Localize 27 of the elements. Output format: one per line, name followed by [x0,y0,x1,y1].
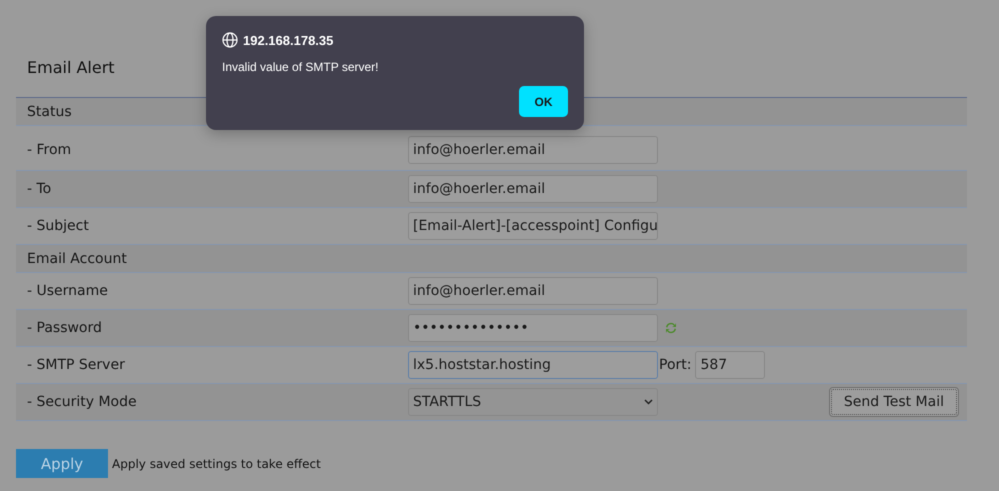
field-label: - Password [27,320,103,336]
field-label: - Subject [27,218,90,234]
input-field[interactable]: [Email-Alert]-[accesspoint] Configu [408,212,658,240]
apply-note: Apply saved settings to take effect [112,456,321,470]
field-label: - Security Mode [27,394,138,410]
refresh-icon[interactable] [664,321,678,335]
section-label: Email Account [27,250,128,266]
port-label: Port: [659,357,692,373]
input-field[interactable]: info@hoerler.email [408,136,658,164]
section-label: Status [27,104,73,120]
field-label: - Username [27,283,109,299]
select-field[interactable]: STARTTLS [408,388,658,416]
ok-button[interactable]: OK [519,86,568,117]
globe-icon [222,32,238,48]
dialog-origin: 192.168.178.35 [243,32,334,48]
input-field[interactable]: lx5.hoststar.hosting [408,351,658,379]
chevron-down-icon [644,399,653,405]
input-field[interactable]: info@hoerler.email [408,175,658,203]
field-label: - To [27,181,52,197]
page-title: Email Alert [27,58,115,77]
input-field[interactable]: info@hoerler.email [408,277,658,305]
input-field[interactable]: •••••••••••••• [408,314,658,342]
send-test-mail-button[interactable]: Send Test Mail [828,387,959,417]
input-field[interactable]: 587 [695,351,766,379]
dialog-message: Invalid value of SMTP server! [222,60,380,74]
field-label: - From [27,142,72,158]
field-label: - SMTP Server [27,357,126,373]
